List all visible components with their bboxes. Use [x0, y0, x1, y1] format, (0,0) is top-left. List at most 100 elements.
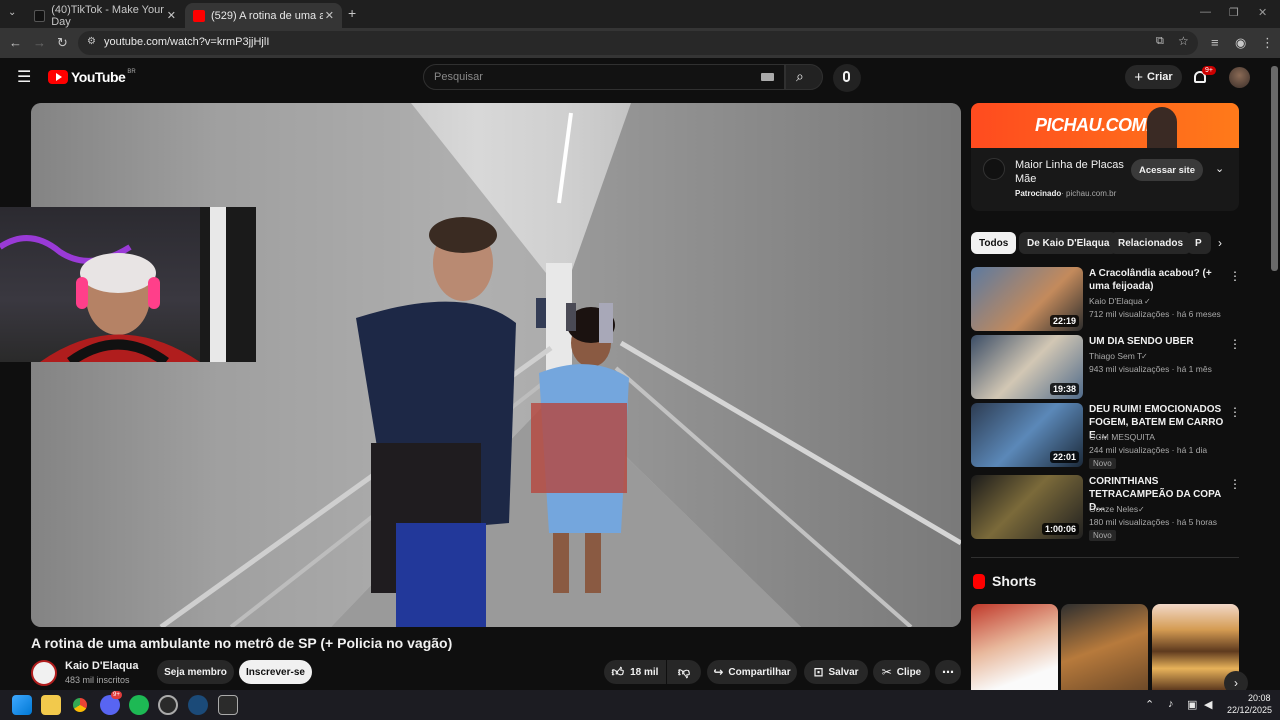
join-button[interactable]: Seja membro [157, 660, 234, 684]
obs-icon[interactable] [158, 695, 178, 715]
windows-start-icon[interactable] [12, 695, 32, 715]
tab-youtube[interactable]: (529) A rotina de uma ambulan ✕ [185, 3, 342, 28]
share-button[interactable]: ↪ Compartilhar [707, 660, 797, 684]
create-button[interactable]: + Criar [1125, 65, 1182, 89]
more-options-icon: ⋯ [942, 665, 954, 679]
notifications-button[interactable]: 9+ [1192, 66, 1216, 88]
search-placeholder: Pesquisar [434, 71, 483, 83]
chip-more[interactable]: P [1187, 232, 1211, 254]
video-thumbnail[interactable]: 19:38 [971, 335, 1083, 399]
share-label: Compartilhar [728, 666, 791, 678]
window-close-icon[interactable]: ✕ [1258, 6, 1267, 19]
channel-name[interactable]: Gonze Neles [1089, 504, 1138, 514]
like-button[interactable]: 👍︎ 18 mil [604, 660, 666, 684]
more-options-icon[interactable]: ⋮ [1229, 477, 1241, 491]
clock-time[interactable]: 20:08 [1248, 693, 1271, 703]
verified-icon: ✓ [1144, 297, 1151, 306]
search-button[interactable]: ⌕ [785, 64, 823, 90]
video-frame [31, 103, 961, 627]
tab-search-icon[interactable]: ⌄ [8, 7, 16, 18]
search-icon: ⌕ [796, 68, 804, 84]
chip-relacionados[interactable]: Relacionados [1110, 232, 1192, 254]
menu-kebab-icon[interactable]: ⋮ [1261, 35, 1274, 51]
more-actions-button[interactable]: ⋯ [935, 660, 961, 684]
youtube-logo[interactable]: YouTube BR [48, 69, 136, 85]
clock-date[interactable]: 22/12/2025 [1227, 705, 1272, 715]
chevron-right-icon[interactable]: › [1218, 236, 1222, 250]
browser-toolbar: ← → ↻ ⚙ youtube.com/watch?v=krmP3jjHjlI … [0, 28, 1280, 58]
video-thumbnail[interactable]: 1:00:06 [971, 475, 1083, 539]
more-options-icon[interactable]: ⋮ [1229, 269, 1241, 283]
hamburger-menu-icon[interactable]: ☰ [17, 67, 31, 87]
ad-person-image [1147, 107, 1177, 148]
short-thumbnail[interactable] [971, 604, 1058, 690]
discord-icon[interactable]: 9+ [100, 691, 122, 715]
list-item[interactable]: 22:01 DEU RUIM! EMOCIONADOS FOGEM, BATEM… [971, 403, 1251, 469]
channel-name[interactable]: GCM MESQUITA [1089, 432, 1155, 442]
subscribe-button[interactable]: Inscrever-se [239, 660, 312, 684]
chevron-down-icon[interactable]: ⌄ [1215, 162, 1224, 175]
close-icon[interactable]: ✕ [325, 9, 334, 22]
site-info-icon[interactable]: ⚙ [87, 36, 96, 47]
channel-name[interactable]: Thiago Sem T [1089, 351, 1142, 361]
clip-button[interactable]: ✂ Clipe [873, 660, 930, 684]
minimize-icon[interactable]: — [1200, 6, 1211, 18]
more-options-icon[interactable]: ⋮ [1229, 337, 1241, 351]
avatar[interactable] [1229, 67, 1250, 88]
list-item[interactable]: 19:38 UM DIA SENDO UBER Thiago Sem T ✓ 9… [971, 335, 1251, 399]
video-meta: 180 mil visualizações · há 5 horas [1089, 517, 1218, 527]
save-button[interactable]: ⊡ Salvar [804, 660, 868, 684]
search-input[interactable]: Pesquisar [423, 64, 785, 90]
address-bar[interactable]: ⚙ youtube.com/watch?v=krmP3jjHjlI ⧉ ☆ [78, 31, 1198, 55]
dislike-button[interactable]: 👎︎ [667, 660, 701, 684]
tray-chevron-icon[interactable]: ⌃ [1145, 698, 1154, 711]
video-thumbnail[interactable]: 22:19 [971, 267, 1083, 331]
restore-icon[interactable]: ❐ [1229, 6, 1239, 19]
page-scrollbar[interactable] [1271, 66, 1278, 271]
join-label: Seja membro [164, 666, 227, 678]
list-item[interactable]: 22:19 A Cracolândia acabou? (+ uma feijo… [971, 267, 1251, 331]
notification-badge: 9+ [1202, 66, 1216, 75]
voice-search-button[interactable] [833, 64, 861, 92]
chip-de-kaio[interactable]: De Kaio D'Elaqua [1019, 232, 1118, 254]
bookmark-star-icon[interactable]: ☆ [1178, 34, 1189, 48]
profile-icon[interactable]: ◉ [1235, 35, 1246, 51]
save-label: Salvar [828, 666, 859, 678]
media-control-icon[interactable]: ≡ [1211, 35, 1219, 51]
volume-icon[interactable]: ◀ [1204, 698, 1212, 711]
chrome-icon[interactable] [70, 695, 90, 715]
reload-icon[interactable]: ↻ [57, 35, 68, 51]
youtube-icon [193, 9, 205, 22]
microphone-tray-icon[interactable]: ♪ [1168, 698, 1174, 710]
install-icon[interactable]: ⧉ [1156, 35, 1164, 48]
keyboard-icon[interactable] [761, 73, 774, 81]
more-options-icon[interactable]: ⋮ [1229, 405, 1241, 419]
subscriber-count: 483 mil inscritos [65, 675, 130, 685]
ad-cta-button[interactable]: Acessar site [1131, 159, 1203, 181]
file-explorer-icon[interactable] [41, 695, 61, 715]
channel-avatar[interactable] [31, 660, 57, 686]
new-badge: Novo [1089, 530, 1116, 541]
spotify-icon[interactable] [129, 695, 149, 715]
channel-name[interactable]: Kaio D'Elaqua [1089, 296, 1143, 306]
video-thumbnail[interactable]: 22:01 [971, 403, 1083, 467]
video-title[interactable]: A Cracolândia acabou? (+ uma feijoada) [1089, 267, 1227, 293]
new-tab-icon[interactable]: + [348, 5, 356, 21]
sponsored-ad[interactable]: PICHAU.COM.BR Maior Linha de Placas Mãe … [971, 103, 1239, 211]
network-icon[interactable]: ▣ [1187, 698, 1197, 711]
video-title[interactable]: UM DIA SENDO UBER [1089, 335, 1227, 348]
ad-title[interactable]: Maior Linha de Placas Mãe [1015, 158, 1131, 186]
close-icon[interactable]: ✕ [167, 9, 176, 22]
short-thumbnail[interactable] [1061, 604, 1148, 690]
channel-name[interactable]: Kaio D'Elaqua [65, 660, 139, 672]
ad-banner[interactable]: PICHAU.COM.BR [971, 103, 1239, 148]
steam-icon[interactable] [188, 695, 208, 715]
forward-icon[interactable]: → [33, 35, 46, 51]
tab-tiktok[interactable]: (40)TikTok - Make Your Day ✕ [26, 3, 184, 28]
epic-games-icon[interactable] [218, 695, 238, 715]
list-item[interactable]: 1:00:06 CORINTHIANS TETRACAMPEÃO DA COPA… [971, 475, 1251, 541]
back-icon[interactable]: ← [9, 35, 22, 51]
video-player[interactable] [31, 103, 961, 627]
chip-todos[interactable]: Todos [971, 232, 1017, 254]
duration-badge: 22:19 [1049, 315, 1079, 327]
